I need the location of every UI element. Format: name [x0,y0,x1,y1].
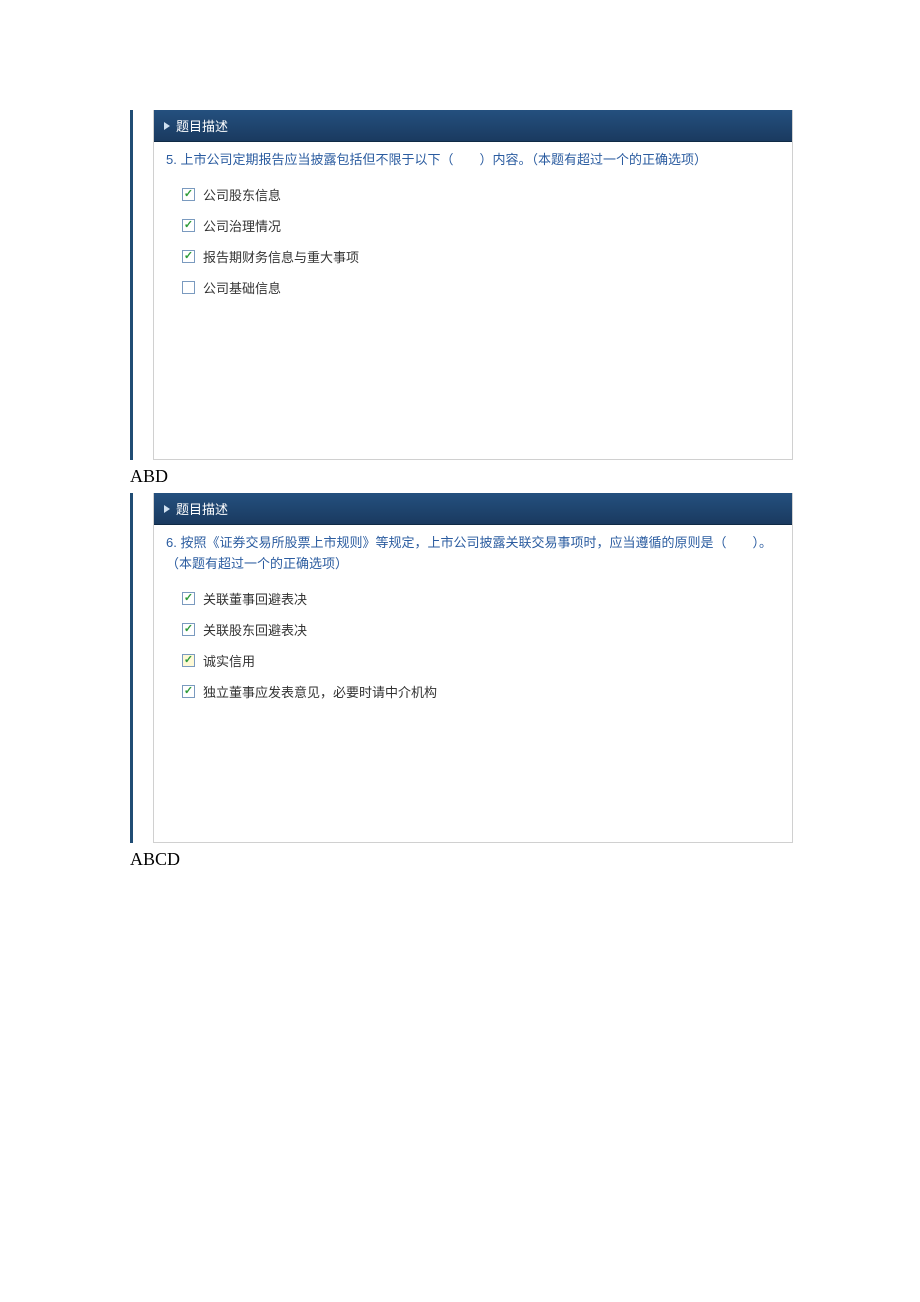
option-row[interactable]: 诚实信用 [182,645,764,676]
option-label: 报告期财务信息与重大事项 [203,247,359,266]
option-label: 关联股东回避表决 [203,620,307,639]
checkbox-icon[interactable] [182,654,195,667]
option-label: 关联董事回避表决 [203,589,307,608]
answer-text: ABCD [130,849,920,870]
checkbox-icon[interactable] [182,250,195,263]
question-text: 5. 上市公司定期报告应当披露包括但不限于以下（ ）内容。（本题有超过一个的正确… [154,142,792,175]
card-header: 题目描述 [154,110,792,142]
question-card: 题目描述 5. 上市公司定期报告应当披露包括但不限于以下（ ）内容。（本题有超过… [153,110,793,460]
option-row[interactable]: 公司基础信息 [182,272,764,303]
checkbox-icon[interactable] [182,623,195,636]
option-row[interactable]: 公司治理情况 [182,210,764,241]
card-header: 题目描述 [154,493,792,525]
question-card: 题目描述 6. 按照《证券交易所股票上市规则》等规定，上市公司披露关联交易事项时… [153,493,793,843]
question-body: 按照《证券交易所股票上市规则》等规定，上市公司披露关联交易事项时，应当遵循的原则… [166,535,772,571]
option-row[interactable]: 关联董事回避表决 [182,583,764,614]
triangle-icon [164,122,170,130]
question-block-1: 题目描述 5. 上市公司定期报告应当披露包括但不限于以下（ ）内容。（本题有超过… [130,110,920,460]
checkbox-icon[interactable] [182,188,195,201]
option-row[interactable]: 公司股东信息 [182,179,764,210]
question-text: 6. 按照《证券交易所股票上市规则》等规定，上市公司披露关联交易事项时，应当遵循… [154,525,792,579]
option-row[interactable]: 报告期财务信息与重大事项 [182,241,764,272]
question-number: 5. [166,152,177,167]
option-row[interactable]: 独立董事应发表意见，必要时请中介机构 [182,676,764,707]
option-row[interactable]: 关联股东回避表决 [182,614,764,645]
triangle-icon [164,505,170,513]
checkbox-icon[interactable] [182,219,195,232]
checkbox-icon[interactable] [182,281,195,294]
answer-text: ABD [130,466,920,487]
option-list: 公司股东信息 公司治理情况 报告期财务信息与重大事项 公司基础信息 [154,175,792,315]
header-label: 题目描述 [176,499,228,518]
option-label: 公司股东信息 [203,185,281,204]
question-block-2: 题目描述 6. 按照《证券交易所股票上市规则》等规定，上市公司披露关联交易事项时… [130,493,920,843]
question-body: 上市公司定期报告应当披露包括但不限于以下（ ）内容。（本题有超过一个的正确选项） [180,152,707,167]
option-list: 关联董事回避表决 关联股东回避表决 诚实信用 独立董事应发表意见，必要时请中介机… [154,579,792,719]
checkbox-icon[interactable] [182,592,195,605]
option-label: 公司治理情况 [203,216,281,235]
option-label: 诚实信用 [203,651,255,670]
option-label: 独立董事应发表意见，必要时请中介机构 [203,682,437,701]
question-number: 6. [166,535,177,550]
option-label: 公司基础信息 [203,278,281,297]
header-label: 题目描述 [176,116,228,135]
page: 题目描述 5. 上市公司定期报告应当披露包括但不限于以下（ ）内容。（本题有超过… [0,0,920,870]
checkbox-icon[interactable] [182,685,195,698]
